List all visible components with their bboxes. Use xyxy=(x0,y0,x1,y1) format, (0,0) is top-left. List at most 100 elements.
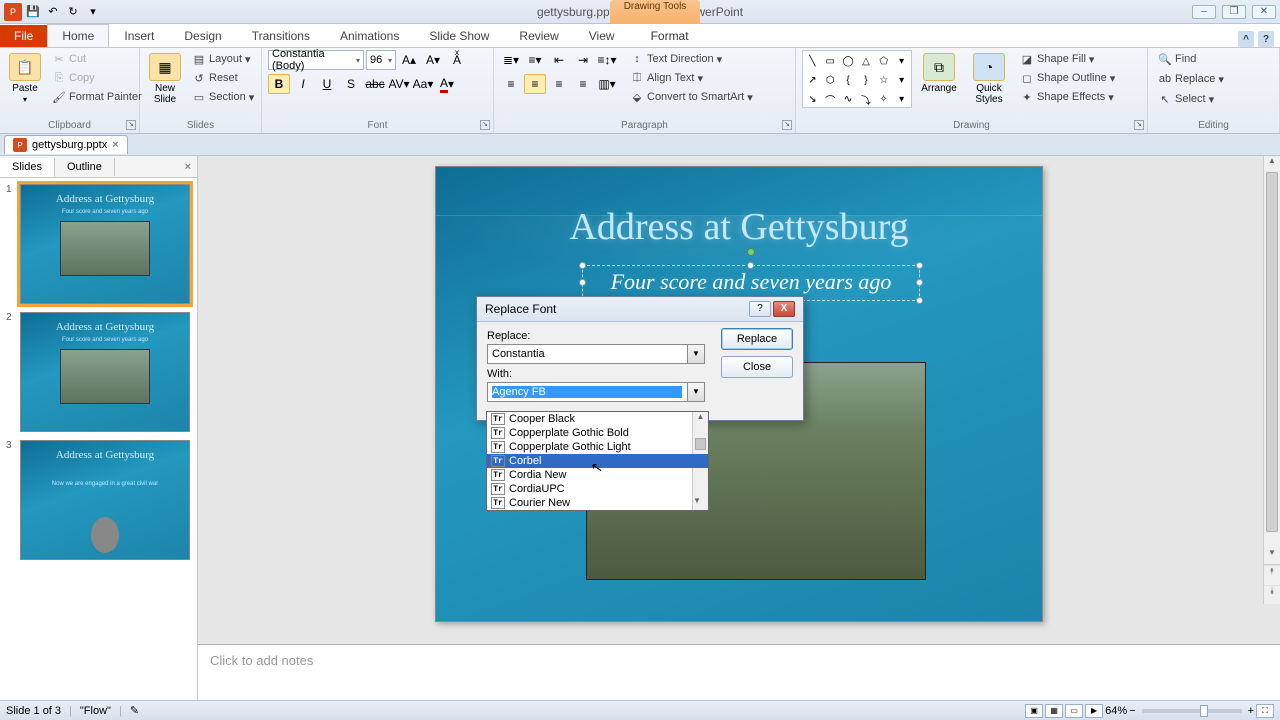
tab-home[interactable]: Home xyxy=(47,24,109,47)
decrease-indent-button[interactable]: ⇤ xyxy=(548,50,570,70)
numbering-button[interactable]: ≡▾ xyxy=(524,50,546,70)
close-button[interactable]: ✕ xyxy=(1252,5,1276,19)
sorter-view-button[interactable]: ▦ xyxy=(1045,704,1063,718)
replace-button[interactable]: Replace xyxy=(721,328,793,350)
thumbnail-item[interactable]: 1 Address at Gettysburg Four score and s… xyxy=(6,184,191,304)
reset-button[interactable]: ↺Reset xyxy=(188,69,258,87)
zoom-out-button[interactable]: − xyxy=(1129,705,1135,717)
clear-format-button[interactable]: Aͯ xyxy=(446,50,468,70)
paragraph-launcher[interactable]: ↘ xyxy=(782,120,792,130)
thumbnail[interactable]: Address at Gettysburg Four score and sev… xyxy=(20,184,190,304)
undo-icon[interactable]: ↶ xyxy=(44,3,62,21)
normal-view-button[interactable]: ▣ xyxy=(1025,704,1043,718)
minimize-button[interactable]: – xyxy=(1192,5,1216,19)
change-case-button[interactable]: Aa▾ xyxy=(412,74,434,94)
underline-button[interactable]: U xyxy=(316,74,338,94)
dialog-titlebar[interactable]: Replace Font ? X xyxy=(477,297,803,322)
font-launcher[interactable]: ↘ xyxy=(480,120,490,130)
find-button[interactable]: 🔍Find xyxy=(1154,50,1273,68)
font-option[interactable]: TrCourier New xyxy=(487,496,708,510)
fit-view-button[interactable]: ⛶ xyxy=(1256,704,1274,718)
restore-button[interactable]: ❐ xyxy=(1222,5,1246,19)
minimize-ribbon-icon[interactable]: ^ xyxy=(1238,31,1254,47)
font-option[interactable]: TrCopperplate Gothic Light xyxy=(487,440,708,454)
with-font-combo[interactable]: ▼ xyxy=(487,382,705,402)
tab-animations[interactable]: Animations xyxy=(325,24,414,47)
new-slide-button[interactable]: ▦New Slide xyxy=(146,50,184,108)
save-icon[interactable]: 💾 xyxy=(24,3,42,21)
drawing-launcher[interactable]: ↘ xyxy=(1134,120,1144,130)
file-tab[interactable]: File xyxy=(0,25,47,47)
align-right-button[interactable]: ≡ xyxy=(548,74,570,94)
tab-slideshow[interactable]: Slide Show xyxy=(414,24,504,47)
thumbnail-item[interactable]: 3 Address at Gettysburg Now we are engag… xyxy=(6,440,191,560)
next-slide-button[interactable]: ⯯ xyxy=(1264,585,1280,605)
zoom-in-button[interactable]: + xyxy=(1248,705,1254,717)
thumbnail-item[interactable]: 2 Address at Gettysburg Four score and s… xyxy=(6,312,191,432)
font-option[interactable]: TrCordiaUPC xyxy=(487,482,708,496)
clipboard-launcher[interactable]: ↘ xyxy=(126,120,136,130)
document-tab[interactable]: P gettysburg.pptx × xyxy=(4,135,128,154)
font-name-combo[interactable]: Constantia (Body)▾ xyxy=(268,50,364,70)
tab-design[interactable]: Design xyxy=(169,24,236,47)
powerpoint-icon[interactable]: P xyxy=(4,3,22,21)
text-direction-button[interactable]: ↕Text Direction ▾ xyxy=(626,50,757,68)
bullets-button[interactable]: ≣▾ xyxy=(500,50,522,70)
increase-indent-button[interactable]: ⇥ xyxy=(572,50,594,70)
shape-outline-button[interactable]: ◻Shape Outline ▾ xyxy=(1016,69,1119,87)
select-button[interactable]: ↖Select ▾ xyxy=(1154,90,1273,108)
tab-review[interactable]: Review xyxy=(504,24,573,47)
shrink-font-button[interactable]: A▾ xyxy=(422,50,444,70)
chevron-down-icon[interactable]: ▼ xyxy=(687,383,704,401)
scroll-up-icon[interactable]: ▲ xyxy=(1264,156,1280,172)
section-button[interactable]: ▭Section ▾ xyxy=(188,88,258,106)
qat-customize-icon[interactable]: ▾ xyxy=(84,3,102,21)
align-center-button[interactable]: ≡ xyxy=(524,74,546,94)
slideshow-view-button[interactable]: ▶ xyxy=(1085,704,1103,718)
smartart-button[interactable]: ⬙Convert to SmartArt ▾ xyxy=(626,88,757,106)
tab-transitions[interactable]: Transitions xyxy=(237,24,325,47)
side-tab-slides[interactable]: Slides xyxy=(0,158,55,177)
resize-handle[interactable] xyxy=(916,262,923,269)
layout-button[interactable]: ▤Layout ▾ xyxy=(188,50,258,68)
font-size-combo[interactable]: 96▾ xyxy=(366,50,396,70)
align-text-button[interactable]: ⎅Align Text ▾ xyxy=(626,69,757,87)
slide-title[interactable]: Address at Gettysburg xyxy=(436,205,1042,249)
resize-handle[interactable] xyxy=(747,262,754,269)
font-option[interactable]: TrCooper Black xyxy=(487,412,708,426)
char-spacing-button[interactable]: AV▾ xyxy=(388,74,410,94)
tab-insert[interactable]: Insert xyxy=(109,24,169,47)
vertical-scrollbar[interactable]: ▲ ▼ ⯭ ⯯ xyxy=(1263,156,1280,604)
italic-button[interactable]: I xyxy=(292,74,314,94)
shadow-button[interactable]: S xyxy=(340,74,362,94)
help-icon[interactable]: ? xyxy=(1258,31,1274,47)
zoom-value[interactable]: 64% xyxy=(1105,705,1127,717)
zoom-knob[interactable] xyxy=(1200,705,1208,717)
shape-fill-button[interactable]: ◪Shape Fill ▾ xyxy=(1016,50,1119,68)
grow-font-button[interactable]: A▴ xyxy=(398,50,420,70)
reading-view-button[interactable]: ▭ xyxy=(1065,704,1083,718)
resize-handle[interactable] xyxy=(579,279,586,286)
resize-handle[interactable] xyxy=(579,262,586,269)
notes-pane[interactable]: Click to add notes xyxy=(198,644,1280,700)
replace-font-combo[interactable]: Constantia ▼ xyxy=(487,344,705,364)
align-left-button[interactable]: ≡ xyxy=(500,74,522,94)
shapes-gallery[interactable]: ╲▭◯△⬠▾ ↗⬡{}☆▾ ↘⌒∿⤵✧▾ xyxy=(802,50,912,108)
tab-format[interactable]: Format xyxy=(636,24,704,47)
font-option[interactable]: TrCopperplate Gothic Bold xyxy=(487,426,708,440)
close-doc-icon[interactable]: × xyxy=(112,139,118,151)
replace-button[interactable]: abReplace ▾ xyxy=(1154,70,1273,88)
bold-button[interactable]: B xyxy=(268,74,290,94)
resize-handle[interactable] xyxy=(916,279,923,286)
chevron-down-icon[interactable]: ▼ xyxy=(687,345,704,363)
copy-button[interactable]: ⎘Copy xyxy=(48,69,146,87)
thumbnail[interactable]: Address at Gettysburg Four score and sev… xyxy=(20,312,190,432)
paste-button[interactable]: 📋Paste▾ xyxy=(6,50,44,108)
shape-effects-button[interactable]: ✦Shape Effects ▾ xyxy=(1016,88,1119,106)
prev-slide-button[interactable]: ⯭ xyxy=(1264,565,1280,585)
spell-icon[interactable]: ✎ xyxy=(130,704,139,717)
resize-handle[interactable] xyxy=(916,297,923,304)
dialog-help-button[interactable]: ? xyxy=(749,301,771,317)
strike-button[interactable]: abc xyxy=(364,74,386,94)
redo-icon[interactable]: ↻ xyxy=(64,3,82,21)
